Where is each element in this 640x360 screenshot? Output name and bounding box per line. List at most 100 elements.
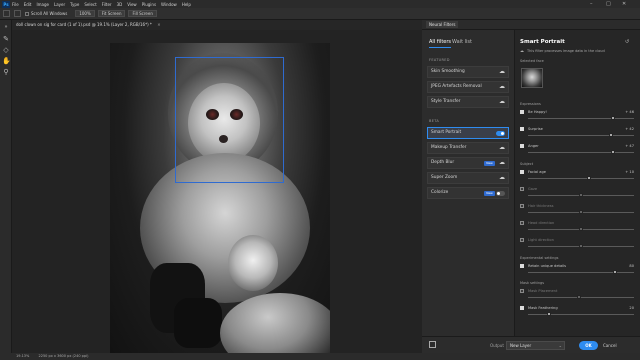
menu-layer[interactable]: Layer — [54, 2, 65, 7]
slider-thumb[interactable] — [576, 295, 581, 299]
slider-thumb[interactable] — [587, 176, 592, 180]
slider-checkbox[interactable] — [520, 289, 524, 293]
preview-toggle-icon[interactable] — [429, 341, 436, 348]
menu-image[interactable]: Image — [36, 2, 49, 7]
slider-checkbox[interactable] — [520, 221, 524, 225]
menu-view[interactable]: View — [127, 2, 137, 7]
filter-makeup-transfer[interactable]: Makeup Transfer ☁ — [427, 142, 509, 154]
slider-track[interactable] — [528, 178, 634, 179]
fit-screen-button[interactable]: Fit Screen — [97, 10, 126, 17]
slider-row[interactable]: Retain unique details 80 — [520, 264, 634, 278]
slider-thumb[interactable] — [547, 312, 552, 316]
slider-thumb[interactable] — [579, 244, 583, 248]
slider-thumb[interactable] — [579, 210, 583, 214]
scroll-all-checkbox[interactable] — [25, 11, 29, 16]
menu-filter[interactable]: Filter — [102, 2, 112, 7]
slider-thumb[interactable] — [579, 227, 583, 231]
face-selection-box[interactable] — [175, 57, 284, 183]
home-icon[interactable] — [3, 10, 10, 17]
canvas-area[interactable] — [12, 30, 422, 353]
slider-checkbox[interactable] — [520, 187, 524, 191]
slider-checkbox[interactable] — [520, 238, 524, 242]
slider-row[interactable]: Light direction — [520, 238, 634, 252]
menu-window[interactable]: Window — [161, 2, 177, 7]
cloud-download-icon[interactable]: ☁ — [499, 69, 505, 75]
slider-row[interactable]: Mask Placement — [520, 289, 634, 303]
slider-track[interactable] — [528, 272, 634, 273]
slider-row[interactable]: Surprise + 42 — [520, 127, 634, 141]
slider-row[interactable]: Be Happy! + 46 — [520, 110, 634, 124]
slider-thumb[interactable] — [579, 193, 583, 197]
slider-checkbox[interactable] — [520, 264, 524, 268]
slider-checkbox[interactable] — [520, 306, 524, 310]
tab-all-filters[interactable]: All filters — [429, 39, 452, 48]
slider-row[interactable]: Gaze — [520, 187, 634, 201]
smart-portrait-toggle[interactable] — [496, 131, 505, 136]
slider-track[interactable] — [528, 314, 634, 315]
cloud-download-icon[interactable]: ☁ — [499, 99, 505, 105]
menu-file[interactable]: File — [12, 2, 19, 7]
eraser-tool-icon[interactable]: ◇ — [2, 46, 10, 54]
slider-checkbox[interactable] — [520, 204, 524, 208]
output-value: New Layer — [510, 343, 532, 348]
cancel-button[interactable]: Cancel — [603, 343, 617, 348]
slider-track[interactable] — [528, 297, 634, 298]
filter-depth-blur[interactable]: Depth Blur New ☁ — [427, 157, 509, 169]
output-select[interactable]: New Layer ⌄ — [506, 341, 565, 350]
slider-track[interactable] — [528, 152, 634, 153]
slider-thumb[interactable] — [610, 150, 615, 154]
menu-help[interactable]: Help — [182, 2, 191, 7]
slider-checkbox[interactable] — [520, 127, 524, 131]
cloud-download-icon[interactable]: ☁ — [499, 175, 505, 181]
hand-tool-icon[interactable]: ✋ — [2, 57, 11, 65]
filter-colorize[interactable]: Colorize New — [427, 187, 509, 199]
filter-jpeg-artefacts-removal[interactable]: JPEG Artefacts Removal ☁ — [427, 81, 509, 93]
slider-row[interactable]: Mask Feathering 20 — [520, 306, 634, 320]
action-bar: Output New Layer ⌄ OK Cancel — [422, 336, 640, 353]
close-icon[interactable]: ✕ — [622, 1, 626, 7]
cloud-download-icon[interactable]: ☁ — [499, 160, 505, 166]
brush-tool-icon[interactable]: ✎ — [2, 35, 10, 43]
cloud-download-icon[interactable]: ☁ — [499, 84, 505, 90]
slider-row[interactable]: Hair thickness — [520, 204, 634, 218]
fill-screen-button[interactable]: Fill Screen — [128, 10, 157, 17]
minimize-icon[interactable]: – — [590, 1, 593, 7]
slider-thumb[interactable] — [608, 133, 613, 137]
slider-checkbox[interactable] — [520, 144, 524, 148]
menu-type[interactable]: Type — [70, 2, 79, 7]
filter-smart-portrait[interactable]: Smart Portrait — [427, 127, 509, 139]
tab-wait-list[interactable]: Wait list — [452, 39, 472, 45]
document-tab[interactable]: doll clown on sig for card (1 of 1).psd … — [12, 20, 422, 30]
zoom-tool-icon[interactable]: ⚲ — [2, 68, 10, 76]
menu-3d[interactable]: 3D — [117, 2, 123, 7]
menu-edit[interactable]: Edit — [24, 2, 32, 7]
collapse-arrows-icon[interactable]: » — [2, 23, 10, 31]
colorize-toggle[interactable] — [496, 191, 505, 196]
zoom-100-button[interactable]: 100% — [75, 10, 95, 17]
slider-label: Retain unique details — [528, 263, 567, 268]
filter-super-zoom[interactable]: Super Zoom ☁ — [427, 172, 509, 184]
hand-tool-icon[interactable] — [14, 10, 21, 17]
menu-select[interactable]: Select — [84, 2, 96, 7]
reset-icon[interactable]: ↺ — [625, 39, 629, 45]
slider-row[interactable]: Facial age + 10 — [520, 170, 634, 184]
slider-label: Head direction — [528, 220, 555, 225]
filter-style-transfer[interactable]: Style Transfer ☁ — [427, 96, 509, 108]
maximize-icon[interactable]: □ — [606, 1, 611, 7]
slider-row[interactable]: Head direction — [520, 221, 634, 235]
menu-plugins[interactable]: Plugins — [142, 2, 156, 7]
slider-track[interactable] — [528, 135, 634, 136]
slider-thumb[interactable] — [612, 270, 617, 274]
slider-track[interactable] — [528, 118, 634, 119]
tools-panel: » ✎ ◇ ✋ ⚲ — [0, 20, 12, 355]
selected-face-thumbnail[interactable] — [521, 68, 543, 88]
ok-button[interactable]: OK — [579, 341, 598, 350]
slider-thumb[interactable] — [610, 116, 615, 120]
cloud-download-icon[interactable]: ☁ — [499, 145, 505, 151]
slider-checkbox[interactable] — [520, 110, 524, 114]
close-tab-icon[interactable]: ✕ — [157, 22, 160, 27]
slider-checkbox[interactable] — [520, 170, 524, 174]
filter-skin-smoothing[interactable]: Skin Smoothing ☁ — [427, 66, 509, 78]
slider-row[interactable]: Anger + 47 — [520, 144, 634, 158]
neural-filters-tab[interactable]: Neural Filters — [426, 21, 459, 28]
